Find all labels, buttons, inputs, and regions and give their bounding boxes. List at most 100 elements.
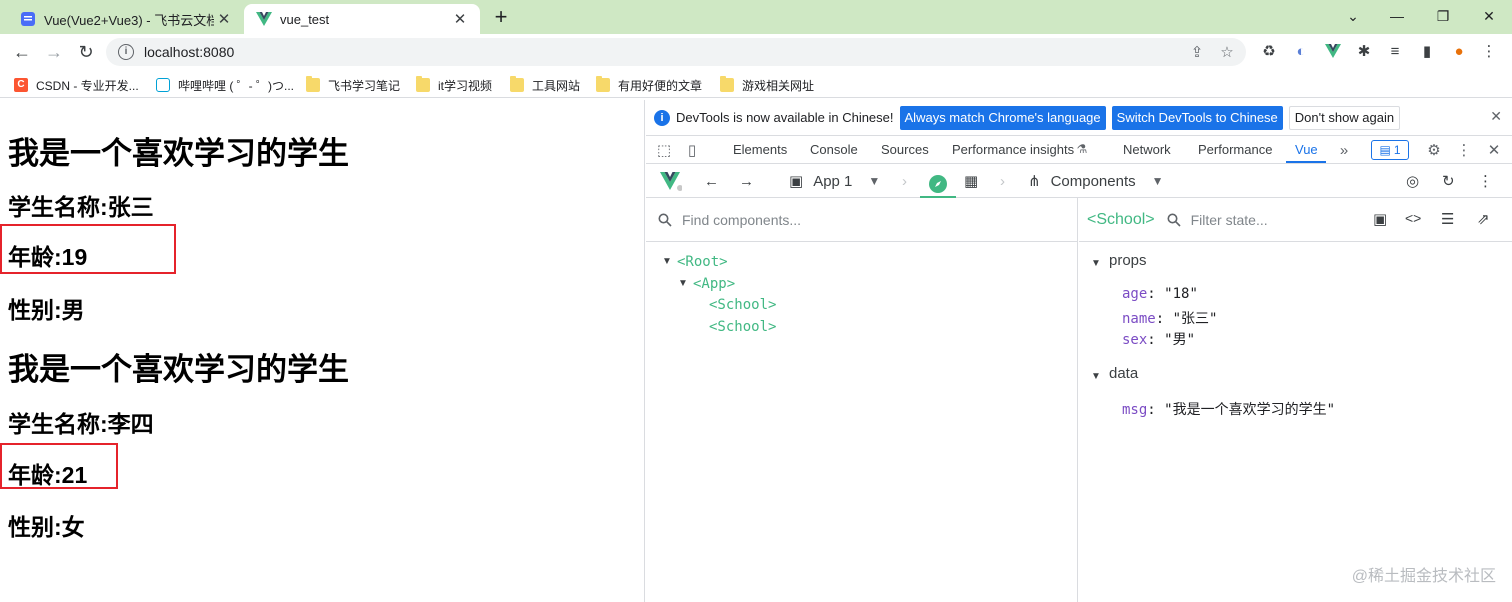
inspect-element-icon[interactable]: ⬚ — [654, 140, 674, 160]
highlight-box — [0, 443, 118, 489]
selected-component-name: <School> — [1087, 210, 1155, 228]
collapse-triangle-icon[interactable]: ▼ — [1091, 258, 1101, 269]
browser-tab-vue-test[interactable]: vue_test ✕ — [244, 4, 480, 34]
new-tab-button[interactable]: + — [488, 6, 514, 30]
media-list-icon[interactable]: ≡ — [1384, 40, 1406, 62]
tab-sources[interactable]: Sources — [881, 142, 929, 157]
expand-triangle-icon[interactable]: ▼ — [662, 256, 672, 267]
share-icon[interactable]: ⇪ — [1186, 41, 1208, 63]
folder-icon — [416, 76, 430, 92]
data-section-label[interactable]: data — [1109, 365, 1138, 382]
restore-icon[interactable]: ❐ — [1428, 5, 1458, 27]
breadcrumb-separator-icon: › — [902, 172, 907, 190]
select-component-target-icon[interactable]: ◎ — [1406, 171, 1419, 191]
infobar-message: DevTools is now available in Chinese! — [676, 110, 894, 125]
tab-search-icon[interactable]: ⌄ — [1338, 5, 1368, 27]
find-components-row[interactable]: Find components... — [646, 198, 1077, 242]
bookmark-label: it学习视频 — [438, 78, 493, 93]
show-render-code-icon[interactable]: <> — [1405, 210, 1421, 226]
bookmark-csdn[interactable]: C CSDN - 专业开发... — [14, 76, 139, 94]
chevron-down-icon: ▼ — [1151, 174, 1164, 188]
extension-globe-icon[interactable]: ◐ — [1290, 40, 1312, 62]
tree-node-root[interactable]: <Root> — [677, 254, 728, 270]
recycle-extension-icon[interactable]: ♻ — [1258, 40, 1280, 62]
app-icon: ▣ — [789, 173, 804, 190]
components-selector[interactable]: ⋔ Components ▼ — [1028, 171, 1164, 191]
reload-icon[interactable]: ↻ — [74, 40, 98, 64]
extensions-puzzle-icon[interactable]: ✱ — [1353, 40, 1375, 62]
page-viewport: 我是一个喜欢学习的学生 学生名称:张三 年龄:19 性别:男 我是一个喜欢学习的… — [0, 100, 645, 602]
browser-tab-feishu[interactable]: Vue(Vue2+Vue3) - 飞书云文档 ✕ — [8, 4, 244, 34]
inspector-compass-button[interactable] — [920, 171, 956, 198]
inspect-dom-icon[interactable]: ☰ — [1441, 210, 1454, 228]
close-infobar-icon[interactable]: ✕ — [1490, 108, 1502, 125]
bookmark-label: 工具网站 — [532, 78, 581, 93]
vue-devtools-toolbar: ← → ▣ App 1 ▼ › ▦ › ⋔ Components ▼ ◎ ↻ ⋮ — [646, 164, 1512, 198]
bookmark-folder-games[interactable]: 游戏相关网址 — [720, 76, 814, 94]
vue-devtools-extension-icon[interactable] — [1322, 40, 1344, 62]
prop-key: sex — [1122, 332, 1148, 348]
bookmark-star-icon[interactable]: ☆ — [1216, 41, 1238, 63]
close-tab-icon[interactable]: ✕ — [450, 9, 470, 29]
open-in-editor-icon[interactable]: ⇗ — [1477, 210, 1490, 228]
vue-menu-icon[interactable]: ⋮ — [1478, 171, 1493, 191]
close-tab-icon[interactable]: ✕ — [214, 9, 234, 29]
vue-back-icon[interactable]: ← — [704, 171, 719, 191]
profile-avatar-icon[interactable]: ● — [1448, 40, 1470, 62]
close-window-icon[interactable]: ✕ — [1474, 5, 1504, 27]
collapse-triangle-icon[interactable]: ▼ — [1091, 371, 1101, 382]
always-match-language-button[interactable]: Always match Chrome's language — [899, 105, 1106, 130]
device-toolbar-icon[interactable]: ▯ — [682, 140, 702, 160]
bookmark-folder-tools[interactable]: 工具网站 — [510, 76, 580, 94]
back-icon[interactable]: ← — [10, 40, 34, 64]
bookmark-folder-articles[interactable]: 有用好便的文章 — [596, 76, 702, 94]
app-selector[interactable]: ▣ App 1 ▼ — [789, 171, 880, 191]
bookmark-bilibili[interactable]: 哔哩哔哩 ( ゜- ゜)つ... — [156, 76, 294, 94]
devtools-menu-icon[interactable]: ⋮ — [1454, 140, 1474, 160]
prop-row[interactable]: name: "张三" — [1122, 308, 1217, 328]
tab-network[interactable]: Network — [1123, 142, 1171, 157]
timeline-icon[interactable]: ▦ — [964, 171, 978, 191]
tree-node-school[interactable]: <School> — [709, 319, 776, 335]
app-selector-label: App 1 — [813, 172, 853, 190]
side-panel-icon[interactable]: ▮ — [1416, 40, 1438, 62]
minimize-icon[interactable]: — — [1382, 5, 1412, 27]
refresh-icon[interactable]: ↻ — [1442, 171, 1455, 191]
issues-count: 1 — [1393, 143, 1401, 157]
tree-node-app[interactable]: <App> — [693, 276, 735, 292]
tree-node-school[interactable]: <School> — [709, 297, 776, 313]
folder-icon — [306, 76, 320, 92]
data-row[interactable]: msg: "我是一个喜欢学习的学生" — [1122, 399, 1335, 419]
url-text[interactable]: localhost:8080 — [144, 44, 1186, 60]
bookmark-folder-feishu[interactable]: 飞书学习笔记 — [306, 76, 400, 94]
props-section-label[interactable]: props — [1109, 252, 1147, 269]
dont-show-again-button[interactable]: Don't show again — [1288, 105, 1401, 130]
search-icon — [1165, 211, 1183, 229]
more-tabs-icon[interactable]: » — [1334, 140, 1354, 160]
prop-row[interactable]: age: "18" — [1122, 286, 1198, 302]
tab-performance[interactable]: Performance — [1198, 142, 1272, 157]
issues-badge[interactable]: ▤ 1 — [1371, 140, 1409, 160]
bookmark-folder-it[interactable]: it学习视频 — [416, 76, 492, 94]
find-components-input[interactable]: Find components... — [682, 212, 801, 228]
bilibili-icon — [156, 78, 170, 92]
site-info-icon[interactable]: i — [118, 44, 134, 60]
student-name: 学生名称:李四 — [8, 411, 154, 437]
switch-to-chinese-button[interactable]: Switch DevTools to Chinese — [1111, 105, 1283, 130]
address-bar[interactable]: i localhost:8080 ⇪ ☆ — [106, 38, 1246, 66]
forward-icon[interactable]: → — [42, 40, 66, 64]
tab-elements[interactable]: Elements — [733, 142, 787, 157]
prop-row[interactable]: sex: "男" — [1122, 329, 1195, 349]
expand-triangle-icon[interactable]: ▼ — [678, 278, 688, 289]
info-icon: i — [654, 109, 670, 126]
tab-strip: Vue(Vue2+Vue3) - 飞书云文档 ✕ vue_test ✕ + ⌄ … — [0, 0, 1512, 34]
chrome-menu-icon[interactable]: ⋮ — [1478, 40, 1500, 62]
close-devtools-icon[interactable]: ✕ — [1484, 140, 1504, 160]
vue-forward-icon[interactable]: → — [739, 171, 754, 191]
tab-console[interactable]: Console — [810, 142, 858, 157]
scroll-to-component-icon[interactable]: ▣ — [1373, 210, 1387, 228]
tab-vue[interactable]: Vue — [1295, 142, 1318, 157]
tab-performance-insights[interactable]: Performance insights — [952, 142, 1074, 157]
filter-state-input[interactable]: Filter state... — [1191, 212, 1268, 228]
settings-gear-icon[interactable]: ⚙ — [1424, 140, 1444, 160]
